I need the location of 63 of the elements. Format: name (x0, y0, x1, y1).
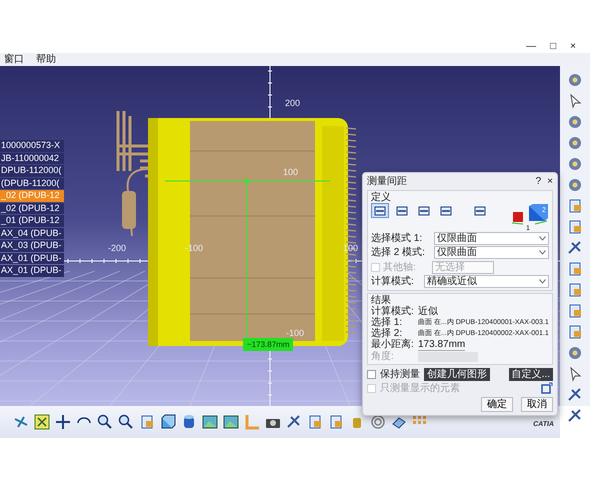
result-label: 选择 1: (371, 317, 404, 328)
ok-button[interactable]: 确定 (481, 397, 513, 412)
fit-all-icon[interactable] (33, 413, 51, 431)
field-label: 计算模式: (371, 276, 415, 287)
axis-label: 100 (283, 167, 298, 177)
measure-mode-icon (440, 204, 452, 216)
create-geometry-button[interactable]: 创建几何图形 (424, 368, 490, 381)
field-label: 选择 2 模式: (371, 247, 426, 258)
caret-icon (539, 236, 546, 241)
section-title: 结果 (371, 295, 391, 306)
dropdown[interactable]: 仅限曲面 (434, 232, 549, 245)
tree-item[interactable]: AX_03 (DPUB- (0, 240, 64, 252)
help-button[interactable]: ? (536, 176, 542, 186)
menu-item[interactable]: 窗口 (4, 53, 24, 66)
section-title: 定义 (371, 192, 392, 203)
cube-icon[interactable] (159, 413, 177, 431)
close-button[interactable]: × (547, 176, 553, 186)
magnifier-icon[interactable] (96, 413, 114, 431)
minimize-button[interactable]: — (526, 40, 536, 53)
picture-icon[interactable] (201, 413, 219, 431)
tree-item[interactable]: _01 (DPUB-12 (0, 215, 64, 226)
caret-icon (539, 250, 546, 255)
axis-label: -200 (108, 243, 126, 253)
measure-mode-icon (396, 204, 408, 216)
field-label: 其他轴: (383, 262, 417, 273)
cancel-button[interactable]: 取消 (521, 397, 553, 412)
maximize-button[interactable]: □ (550, 40, 556, 53)
mode-button[interactable] (371, 203, 389, 218)
checkbox-label: 只测量显示的元素 (380, 382, 460, 394)
checkbox-label: 保持测量 (380, 369, 420, 380)
pan-icon[interactable] (54, 413, 72, 431)
result-value: 近似 (418, 306, 438, 317)
measure-mode-icon (418, 204, 430, 216)
dropdown[interactable]: 仅限曲面 (434, 246, 549, 259)
tree-item[interactable]: JB-110000042 (0, 152, 64, 164)
tree-item[interactable]: DPUB-112000( (0, 165, 64, 176)
tree-item[interactable]: _02 (DPUB-12 (0, 202, 64, 214)
close-button[interactable]: × (570, 40, 576, 53)
dialog-title: 测量间距 (367, 176, 407, 186)
axis-label: 200 (285, 98, 300, 108)
tree-item[interactable]: AX_01 (DPUB- (0, 252, 64, 264)
measurement-label: ~173.87mm (243, 338, 294, 351)
menu-item[interactable]: 帮助 (36, 53, 56, 66)
tree-item[interactable]: 1000000573-X (0, 140, 64, 152)
magnifier-icon[interactable] (117, 413, 135, 431)
dropdown[interactable]: 精确或近似 (424, 275, 549, 288)
result-label: 角度: (371, 351, 395, 362)
tree-item[interactable]: AX_01 (DPUB- (0, 265, 64, 276)
export-icon[interactable] (541, 382, 553, 394)
measure-mode-icon (374, 204, 386, 216)
checkbox[interactable] (367, 370, 376, 379)
customize-button[interactable]: 自定义... (508, 368, 553, 381)
result-label: 最小距离: (371, 339, 415, 350)
measure-mode-icon (474, 204, 486, 216)
tree-item[interactable]: AX_04 (DPUB- (0, 228, 64, 239)
field-label: 选择模式 1: (371, 233, 424, 244)
result-label: 选择 2: (371, 328, 402, 339)
axis-label: -100 (286, 328, 304, 338)
result-value: 173.87mm (418, 339, 466, 351)
caret-icon (539, 279, 546, 284)
picture-icon[interactable] (222, 413, 240, 431)
result-label: 计算模式: (371, 306, 415, 317)
tree-item[interactable]: (DPUB-11200( (0, 178, 64, 189)
